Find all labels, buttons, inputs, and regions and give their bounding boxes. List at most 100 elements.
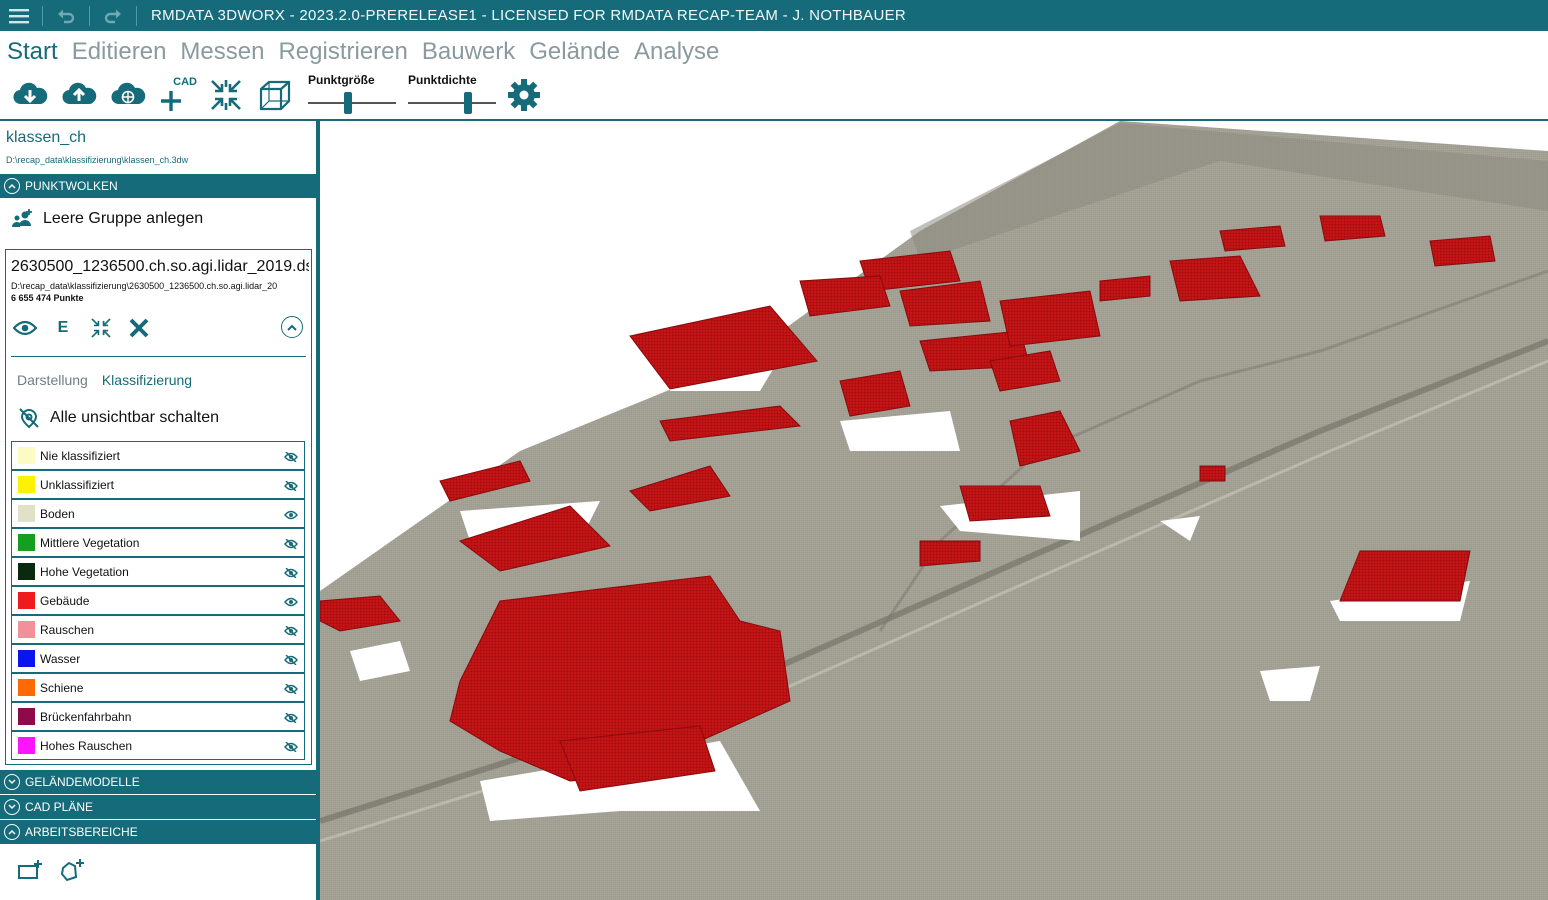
eye-off-icon[interactable] xyxy=(284,478,298,496)
class-color-swatch xyxy=(18,563,35,580)
tab-gelaende[interactable]: Gelände xyxy=(529,38,620,66)
class-row[interactable]: Brückenfahrbahn xyxy=(11,702,305,731)
class-row[interactable]: Boden xyxy=(11,499,305,528)
settings-button[interactable] xyxy=(504,74,544,116)
class-row[interactable]: Hohes Rauschen xyxy=(11,731,305,760)
section-arbeitsbereiche-label: ARBEITSBEREICHE xyxy=(25,825,138,839)
collapse-arrows-icon xyxy=(211,80,241,110)
toolbar: CAD Punktgröße Punktdichte xyxy=(0,72,1548,118)
section-gelaendemodelle-label: GELÄNDEMODELLE xyxy=(25,775,140,789)
eye-off-icon[interactable] xyxy=(284,449,298,467)
cube-view-button[interactable] xyxy=(255,74,295,116)
all-invisible-label: Alle unsichtbar schalten xyxy=(50,409,219,426)
hamburger-menu-icon[interactable] xyxy=(0,0,38,31)
tab-bauwerk[interactable]: Bauwerk xyxy=(422,38,515,66)
remove-button[interactable] xyxy=(126,315,152,341)
class-row[interactable]: Mittlere Vegetation xyxy=(11,528,305,557)
eye-off-icon[interactable] xyxy=(284,710,298,728)
building-roof xyxy=(999,290,1101,347)
class-color-swatch xyxy=(18,708,35,725)
chevron-up-icon xyxy=(4,824,20,840)
redo-icon[interactable] xyxy=(94,0,132,31)
add-polygon-area-button[interactable] xyxy=(58,856,86,884)
group-add-icon xyxy=(12,209,32,227)
cube-icon xyxy=(259,80,291,111)
section-punktwolken[interactable]: PUNKTWOLKEN xyxy=(0,174,316,198)
eye-off-icon[interactable] xyxy=(284,536,298,554)
class-label: Nie klassifiziert xyxy=(40,448,121,463)
cloud-path: D:\recap_data\klassifizierung\2630500_12… xyxy=(11,281,278,291)
class-row[interactable]: Rauschen xyxy=(11,615,305,644)
add-polygon-icon xyxy=(60,859,84,882)
tab-klassifizierung[interactable]: Klassifizierung xyxy=(102,372,192,388)
sidebar: klassen_ch D:\recap_data\klassifizierung… xyxy=(0,121,316,900)
slider-thumb[interactable] xyxy=(344,92,352,114)
class-color-swatch xyxy=(18,476,35,493)
center-points-button[interactable] xyxy=(206,74,246,116)
empty-group-button[interactable]: Leere Gruppe anlegen xyxy=(12,209,203,229)
class-label: Wasser xyxy=(40,651,81,666)
title-separator xyxy=(42,5,43,26)
edit-button[interactable]: E xyxy=(50,315,76,341)
all-invisible-button[interactable]: Alle unsichtbar schalten xyxy=(18,407,219,429)
class-color-swatch xyxy=(18,534,35,551)
card-collapse-button[interactable] xyxy=(281,316,303,338)
title-separator xyxy=(89,5,90,26)
zoom-to-button[interactable] xyxy=(88,315,114,341)
class-color-swatch xyxy=(18,592,35,609)
gear-icon xyxy=(508,79,540,111)
section-arbeitsbereiche[interactable]: ARBEITSBEREICHE xyxy=(0,820,316,844)
visibility-button[interactable] xyxy=(12,315,38,341)
tab-editieren[interactable]: Editieren xyxy=(72,38,167,66)
eye-off-icon[interactable] xyxy=(284,565,298,583)
chevron-down-icon xyxy=(4,774,20,790)
chevron-down-icon xyxy=(4,799,20,815)
class-row[interactable]: Gebäude xyxy=(11,586,305,615)
section-punktwolken-label: PUNKTWOLKEN xyxy=(25,179,118,193)
tab-darstellung[interactable]: Darstellung xyxy=(17,372,88,388)
eye-off-icon[interactable] xyxy=(284,652,298,670)
punktdichte-label: Punktdichte xyxy=(408,73,477,87)
class-row[interactable]: Schiene xyxy=(11,673,305,702)
tab-start[interactable]: Start xyxy=(7,38,58,66)
eye-off-icon[interactable] xyxy=(284,623,298,641)
punktdichte-slider[interactable]: Punktdichte xyxy=(408,73,496,117)
undo-icon[interactable] xyxy=(47,0,85,31)
3d-viewport[interactable] xyxy=(320,121,1548,900)
section-cad-plaene[interactable]: CAD PLÄNE xyxy=(0,795,316,819)
building-roof xyxy=(1099,275,1151,302)
section-gelaendemodelle[interactable]: GELÄNDEMODELLE xyxy=(0,770,316,794)
tab-registrieren[interactable]: Registrieren xyxy=(278,38,407,66)
point-cloud-render[interactable] xyxy=(320,121,1548,900)
eye-off-icon[interactable] xyxy=(284,681,298,699)
add-cad-button[interactable]: CAD xyxy=(157,74,197,116)
class-label: Gebäude xyxy=(40,593,90,608)
add-rectangle-icon xyxy=(18,860,42,879)
cloud-download-button[interactable] xyxy=(10,74,50,116)
class-row[interactable]: Nie klassifiziert xyxy=(11,441,305,470)
punktgroesse-slider[interactable]: Punktgröße xyxy=(308,73,396,117)
cloud-name: 2630500_1236500.ch.so.agi.lidar_2019.ds xyxy=(11,258,309,275)
eye-off-icon[interactable] xyxy=(284,739,298,757)
cloud-web-button[interactable] xyxy=(108,74,148,116)
slider-thumb[interactable] xyxy=(464,92,472,114)
add-rectangle-area-button[interactable] xyxy=(16,856,44,884)
class-color-swatch xyxy=(18,650,35,667)
eye-icon[interactable] xyxy=(284,594,298,612)
chevron-up-icon xyxy=(4,178,20,194)
card-subtabs: Darstellung Klassifizierung xyxy=(17,372,206,388)
tab-analyse[interactable]: Analyse xyxy=(634,38,719,66)
class-row[interactable]: Hohe Vegetation xyxy=(11,557,305,586)
title-separator xyxy=(136,5,137,26)
building-roof xyxy=(959,485,1051,522)
class-row[interactable]: Unklassifiziert xyxy=(11,470,305,499)
eye-icon[interactable] xyxy=(284,507,298,525)
building-roof xyxy=(1429,235,1496,267)
class-list: Nie klassifiziert Unklassifiziert Boden Mit… xyxy=(11,441,305,760)
tab-messen[interactable]: Messen xyxy=(180,38,264,66)
cloud-upload-button[interactable] xyxy=(59,74,99,116)
class-label: Mittlere Vegetation xyxy=(40,535,140,550)
class-row[interactable]: Wasser xyxy=(11,644,305,673)
class-label: Brückenfahrbahn xyxy=(40,709,132,724)
eye-icon xyxy=(13,320,37,336)
